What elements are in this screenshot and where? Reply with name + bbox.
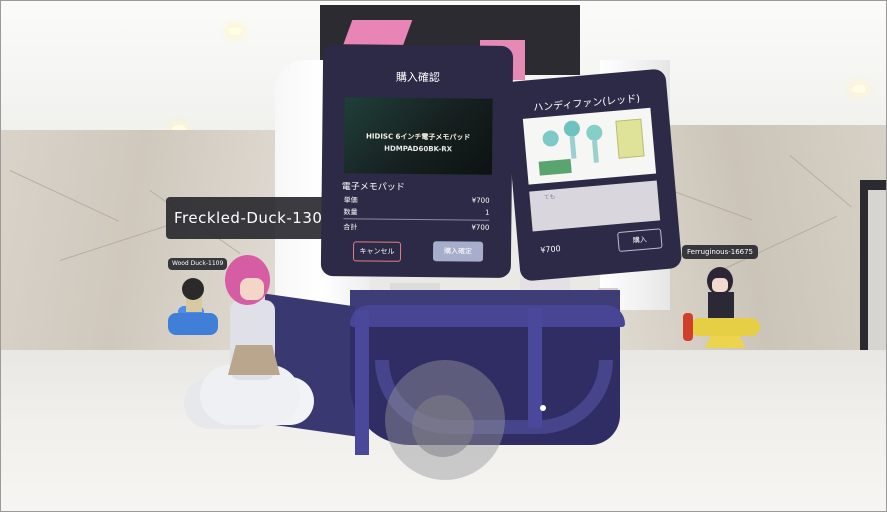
ceiling-light — [228, 27, 242, 35]
avatar-skirt — [228, 345, 280, 375]
avatar-head — [182, 278, 204, 300]
product-image-model: HDMPAD60BK-RX — [384, 144, 453, 154]
fan-icon — [541, 129, 560, 148]
avatar-face — [712, 278, 728, 292]
user-nametag[interactable]: Ferruginous-16675 — [682, 245, 759, 259]
toy-plane-propeller — [683, 313, 693, 341]
divider — [343, 218, 490, 221]
user-nametag[interactable]: Freckled-Duck-1305... — [166, 197, 348, 239]
product-price: ¥700 — [539, 244, 562, 255]
buy-button[interactable]: 購入 — [617, 228, 663, 253]
toy-plane — [690, 318, 760, 336]
product-image-text: HIDISC 6インチ電子メモパッド — [366, 132, 471, 142]
doorway-inner — [868, 190, 887, 355]
product-name: 電子メモパッド — [341, 182, 405, 193]
vr-shop-scene: Freckled-Duck-1305... Wood Duck-1109 Fer… — [0, 0, 887, 512]
unit-price-value: ¥700 — [471, 196, 490, 205]
fan-icon — [563, 119, 581, 138]
product-detail-panel: ハンディファン(レッド) ても ¥700 購入 — [503, 68, 683, 282]
joystick-thumb[interactable] — [412, 395, 474, 457]
fan-handle — [569, 136, 577, 159]
unit-price-label: 単価 — [343, 196, 358, 205]
total-label: 合計 — [343, 223, 358, 232]
quantity-value: 1 — [484, 208, 490, 217]
fan-stand — [538, 158, 572, 176]
quantity-label: 数量 — [343, 208, 358, 217]
user-nametag[interactable]: Wood Duck-1109 — [168, 258, 228, 270]
dialog-title: 購入確認 — [395, 70, 440, 85]
confirm-purchase-button[interactable]: 購入確定 — [432, 241, 484, 262]
product-image — [522, 107, 657, 185]
shop-counter-top — [350, 305, 625, 327]
avatar-body — [708, 292, 734, 318]
ceiling-light — [852, 85, 866, 93]
fan-icon — [585, 124, 603, 142]
total-value: ¥700 — [471, 223, 490, 232]
product-box — [615, 118, 645, 159]
cancel-button[interactable]: キャンセル — [352, 241, 402, 262]
fan-handle — [592, 140, 599, 163]
toy-car — [168, 313, 218, 335]
pointer-dot — [540, 405, 546, 411]
avatar-face — [240, 278, 264, 300]
purchase-confirm-dialog: 購入確認 HIDISC 6インチ電子メモパッド HDMPAD60BK-RX 電子… — [320, 44, 514, 278]
counter-post — [355, 310, 369, 455]
